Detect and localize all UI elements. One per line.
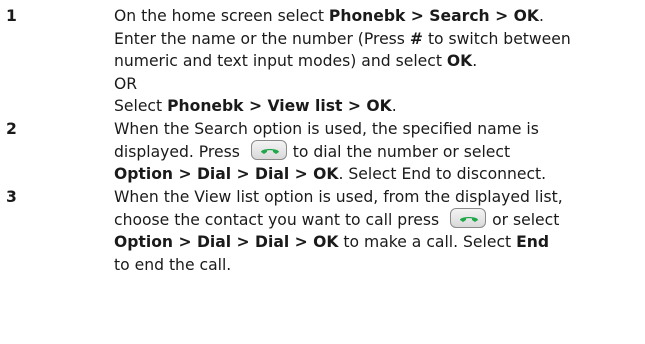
instruction-page: 1 On the home screen select Phonebk > Se… [0,0,645,344]
step-line: numeric and text input modes) and select… [114,52,478,70]
step-line: displayed. Press to dial the number or s… [114,140,644,164]
call-key-icon [250,140,287,160]
step-line: Option > Dial > Dial > OK to make a call… [114,233,550,251]
call-key-icon [450,208,487,228]
step-line: choose the contact you want to call pres… [114,208,644,232]
step-body: On the home screen select Phonebk > Sear… [114,5,644,118]
step-line: When the View list option is used, from … [114,188,563,206]
step-line: Select Phonebk > View list > OK. [114,97,397,115]
step-body: When the View list option is used, from … [114,186,644,276]
step-line: Enter the name or the number (Press # to… [114,29,571,48]
step-number: 3 [6,188,17,206]
top-rule-mark [45,0,51,4]
step-line: When the Search option is used, the spec… [114,120,539,138]
step-line: OR [114,74,138,93]
step-line: On the home screen select Phonebk > Sear… [114,7,544,25]
step-line: to end the call. [114,255,232,274]
step-body: When the Search option is used, the spec… [114,118,644,186]
step-number: 1 [6,7,17,25]
step-line: Option > Dial > Dial > OK. Select End to… [114,165,547,183]
step-number: 2 [6,120,17,138]
